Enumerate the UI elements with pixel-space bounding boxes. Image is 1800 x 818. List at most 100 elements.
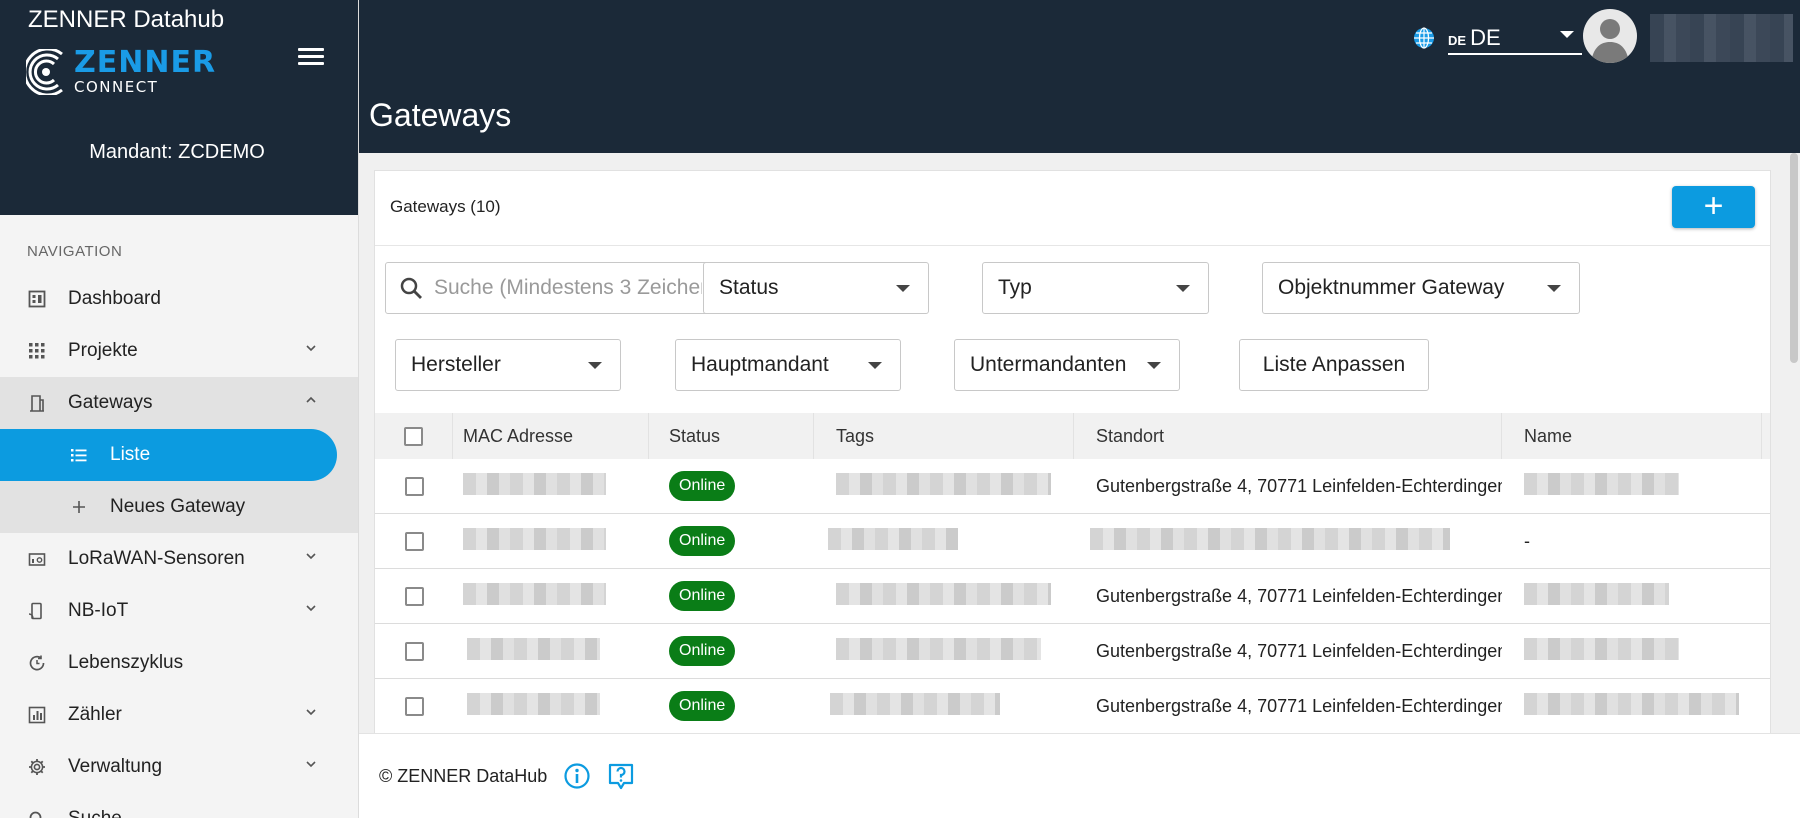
row-checkbox[interactable] — [404, 531, 424, 551]
sidebar-header: ZENNER Datahub ZENNER CONNECT Mandant: Z… — [0, 0, 358, 215]
language-dropdown[interactable]: DE DE — [1448, 21, 1582, 55]
add-gateway-button[interactable]: + — [1672, 186, 1755, 228]
chevron-down-icon — [306, 553, 316, 560]
name-redacted — [1524, 472, 1679, 495]
logo-sub-text: CONNECT — [74, 78, 159, 96]
table-row[interactable]: Online Gutenbergstraße 4, 70771 Leinfeld… — [375, 459, 1770, 514]
language-code: DE — [1470, 25, 1501, 50]
table-row[interactable]: Online Gutenbergstraße 4, 70771 Leinfeld… — [375, 679, 1770, 733]
mac-address-redacted — [467, 692, 600, 715]
row-checkbox[interactable] — [404, 586, 424, 606]
caret-down-icon — [1560, 31, 1574, 38]
search-input[interactable] — [434, 276, 702, 300]
standort-cell: Gutenbergstraße 4, 70771 Leinfelden-Echt… — [1096, 585, 1502, 606]
mac-address-redacted — [463, 527, 606, 550]
help-icon[interactable] — [607, 762, 635, 790]
plus-icon — [70, 498, 88, 516]
column-header-status[interactable]: Status — [649, 413, 814, 459]
row-checkbox[interactable] — [404, 476, 424, 496]
grid-icon — [28, 342, 46, 360]
hauptmandant-filter[interactable]: Hauptmandant — [675, 339, 901, 391]
standort-cell: Gutenbergstraße 4, 70771 Leinfelden-Echt… — [1096, 475, 1502, 496]
menu-toggle-icon[interactable] — [298, 48, 324, 66]
user-avatar-icon — [1591, 19, 1629, 63]
info-icon[interactable] — [563, 762, 591, 790]
sidebar-item-suche[interactable]: Suche — [0, 793, 358, 818]
sidebar-item-label: Liste — [110, 444, 151, 465]
nav-heading: NAVIGATION — [27, 243, 123, 260]
avatar[interactable] — [1583, 9, 1637, 63]
tags-redacted — [828, 527, 958, 550]
untermandanten-filter[interactable]: Untermandanten — [954, 339, 1180, 391]
search-icon — [400, 277, 422, 299]
row-checkbox[interactable] — [404, 696, 424, 716]
sidebar-item-liste[interactable]: Liste — [0, 429, 337, 481]
hersteller-filter-label: Hersteller — [411, 353, 501, 376]
status-filter-label: Status — [719, 276, 779, 299]
sidebar-item-dashboard[interactable]: Dashboard — [0, 273, 358, 325]
sidebar-item-nbiot[interactable]: NB-IoT — [0, 585, 358, 637]
search-icon — [28, 810, 46, 818]
sidebar-item-lebenszyklus[interactable]: Lebenszyklus — [0, 637, 358, 689]
sidebar-item-projekte[interactable]: Projekte — [0, 325, 358, 377]
caret-down-icon — [896, 285, 910, 292]
sidebar-item-gateways[interactable]: Gateways — [0, 377, 358, 429]
chevron-down-icon — [306, 345, 316, 352]
liste-anpassen-button[interactable]: Liste Anpassen — [1239, 339, 1429, 391]
zenner-connect-logo[interactable]: ZENNER CONNECT — [26, 48, 216, 95]
mac-address-redacted — [463, 582, 606, 605]
caret-down-icon — [868, 362, 882, 369]
sidebar-item-zaehler[interactable]: Zähler — [0, 689, 358, 741]
objektnummer-filter[interactable]: Objektnummer Gateway — [1262, 262, 1580, 314]
meter-chart-icon — [28, 706, 46, 724]
objektnummer-filter-label: Objektnummer Gateway — [1278, 276, 1505, 299]
column-header-name[interactable]: Name — [1502, 413, 1762, 459]
sidebar-item-label: Neues Gateway — [110, 496, 246, 517]
table-header: MAC Adresse Status Tags Standort Name — [375, 413, 1770, 459]
name-redacted — [1524, 582, 1669, 605]
sidebar-item-verwaltung[interactable]: Verwaltung — [0, 741, 358, 793]
name-redacted — [1524, 692, 1739, 715]
typ-filter-label: Typ — [998, 276, 1032, 299]
sidebar-item-label: NB-IoT — [68, 600, 129, 621]
standort-redacted — [1090, 527, 1450, 550]
name-redacted — [1524, 637, 1679, 660]
sidebar-item-label: Projekte — [68, 340, 138, 361]
mac-address-redacted — [463, 472, 606, 495]
column-header-standort[interactable]: Standort — [1074, 413, 1502, 459]
history-icon — [28, 654, 46, 672]
card-header: Gateways (10) + — [375, 171, 1770, 246]
table-row[interactable]: Online Gutenbergstraße 4, 70771 Leinfeld… — [375, 624, 1770, 679]
language-selector[interactable]: DE DE — [1412, 21, 1582, 55]
row-checkbox[interactable] — [404, 641, 424, 661]
page-scrollbar[interactable] — [1790, 153, 1798, 363]
status-filter[interactable]: Status — [703, 262, 929, 314]
app-title: ZENNER Datahub — [28, 6, 225, 33]
column-header-tags[interactable]: Tags — [814, 413, 1074, 459]
table-row[interactable]: Online Gutenbergstraße 4, 70771 Leinfeld… — [375, 569, 1770, 624]
sidebar-item-label: Zähler — [68, 704, 122, 725]
sensor-icon — [28, 550, 46, 568]
status-badge: Online — [669, 581, 736, 611]
tags-redacted — [830, 692, 1000, 715]
globe-icon — [1414, 27, 1434, 49]
footer: © ZENNER DataHub — [359, 733, 1800, 818]
table-row[interactable]: Online - — [375, 514, 1770, 569]
typ-filter[interactable]: Typ — [982, 262, 1209, 314]
gateways-card: Gateways (10) + Status Typ Objektnummer … — [374, 170, 1771, 733]
name-cell: - — [1524, 530, 1530, 551]
user-name-redacted[interactable] — [1650, 14, 1793, 62]
column-header-mac[interactable]: MAC Adresse — [453, 413, 649, 459]
tags-redacted — [836, 582, 1051, 605]
hauptmandant-filter-label: Hauptmandant — [691, 353, 829, 376]
caret-down-icon — [1547, 285, 1561, 292]
select-all-checkbox[interactable] — [404, 426, 423, 446]
gear-icon — [28, 758, 46, 776]
status-badge: Online — [669, 691, 736, 721]
hersteller-filter[interactable]: Hersteller — [395, 339, 621, 391]
standort-cell: Gutenbergstraße 4, 70771 Leinfelden-Echt… — [1096, 640, 1502, 661]
gateway-icon — [28, 394, 46, 412]
sidebar-item-neues-gateway[interactable]: Neues Gateway — [0, 481, 358, 533]
search-field[interactable] — [385, 262, 713, 314]
sidebar-item-lorawan[interactable]: LoRaWAN-Sensoren — [0, 533, 358, 585]
